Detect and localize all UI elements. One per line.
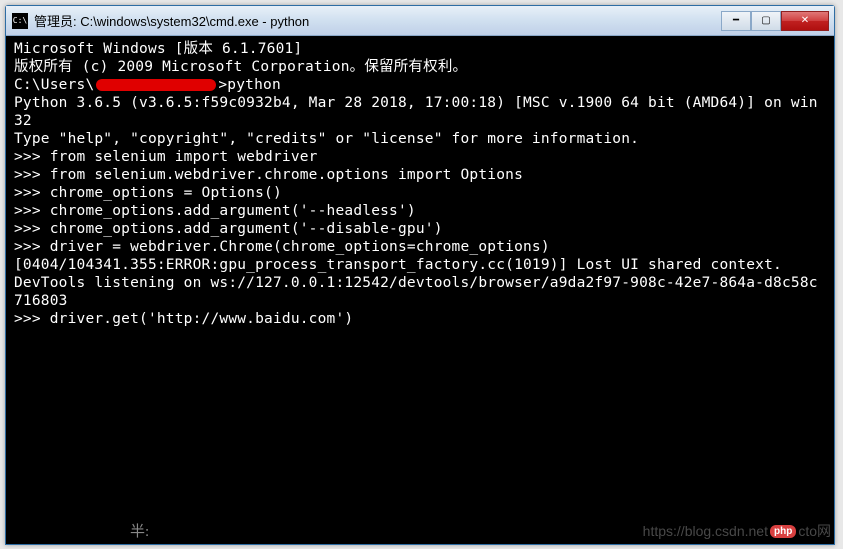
prompt-prefix: C:\Users\: [14, 76, 94, 94]
window-controls: ━ ▢ ✕: [721, 11, 829, 31]
repl-line: >>> from selenium.webdriver.chrome.optio…: [14, 166, 826, 184]
redacted-username: [96, 79, 216, 91]
terminal-line: Type "help", "copyright", "credits" or "…: [14, 130, 826, 148]
watermark-url: https://blog.csdn.net: [643, 523, 768, 539]
error-line: [0404/104341.355:ERROR:gpu_process_trans…: [14, 256, 826, 274]
repl-line: >>> chrome_options.add_argument('--disab…: [14, 220, 826, 238]
php-badge-icon: php: [770, 525, 796, 538]
cmd-icon: C:\: [12, 13, 28, 29]
maximize-button[interactable]: ▢: [751, 11, 781, 31]
repl-line: >>> chrome_options = Options(): [14, 184, 826, 202]
terminal-output[interactable]: Microsoft Windows [版本 6.1.7601] 版权所有 (c)…: [6, 36, 834, 544]
watermark: https://blog.csdn.net php cto网: [643, 521, 831, 541]
cmd-window: C:\ 管理员: C:\windows\system32\cmd.exe - p…: [5, 5, 835, 545]
prompt-line: C:\Users\ >python: [14, 76, 826, 94]
terminal-line: Python 3.6.5 (v3.6.5:f59c0932b4, Mar 28 …: [14, 94, 826, 130]
titlebar[interactable]: C:\ 管理员: C:\windows\system32\cmd.exe - p…: [6, 6, 834, 36]
repl-line: >>> chrome_options.add_argument('--headl…: [14, 202, 826, 220]
minimize-button[interactable]: ━: [721, 11, 751, 31]
repl-line: >>> driver = webdriver.Chrome(chrome_opt…: [14, 238, 826, 256]
watermark-suffix: cto网: [798, 521, 831, 541]
terminal-line: Microsoft Windows [版本 6.1.7601]: [14, 40, 826, 58]
title-left: C:\ 管理员: C:\windows\system32\cmd.exe - p…: [12, 11, 309, 30]
devtools-line: DevTools listening on ws://127.0.0.1:125…: [14, 274, 826, 310]
close-button[interactable]: ✕: [781, 11, 829, 31]
repl-line: >>> driver.get('http://www.baidu.com'): [14, 310, 826, 328]
terminal-line: 版权所有 (c) 2009 Microsoft Corporation。保留所有…: [14, 58, 826, 76]
ime-indicator: 半:: [130, 520, 149, 541]
window-title: 管理员: C:\windows\system32\cmd.exe - pytho…: [34, 11, 309, 30]
prompt-suffix: >python: [218, 76, 281, 94]
repl-line: >>> from selenium import webdriver: [14, 148, 826, 166]
